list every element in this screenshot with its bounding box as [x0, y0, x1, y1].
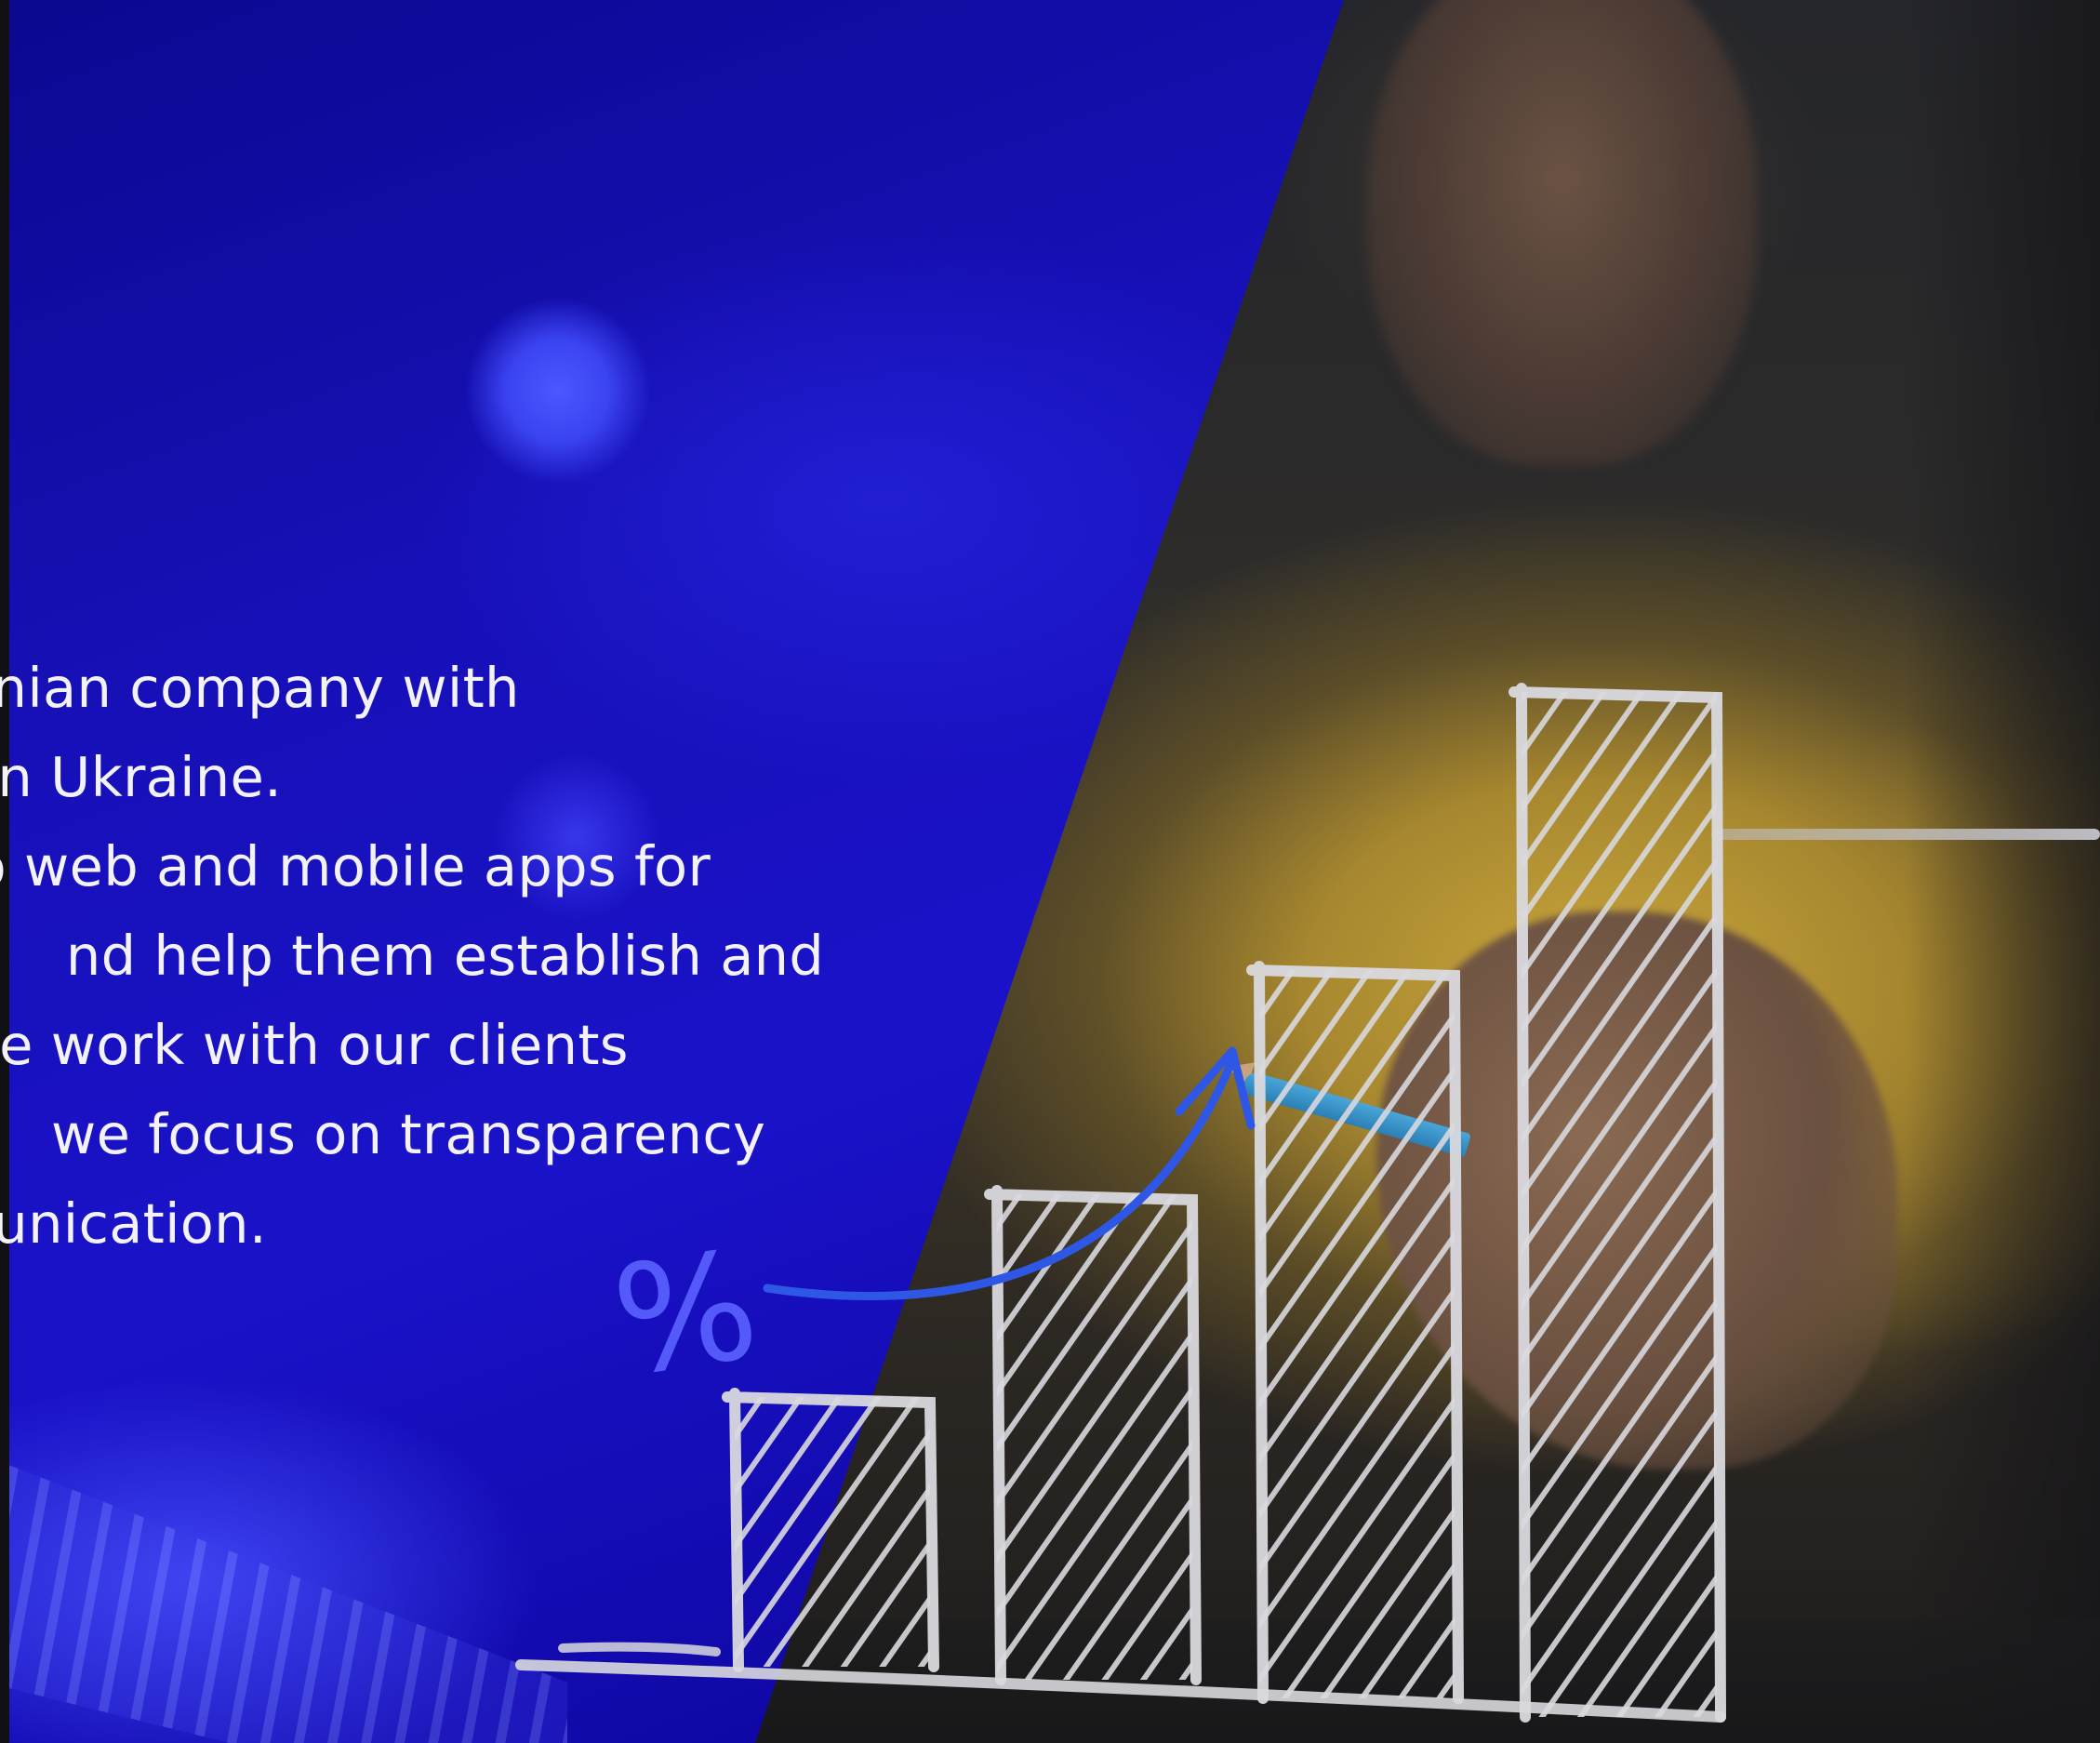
chart-bar-3-hatch: [1259, 970, 1455, 1698]
intro-line-7: commnunication.: [0, 1191, 267, 1256]
intro-line-6: remotely we focus on transparency: [33, 1102, 766, 1166]
intro-line-4: startups and help them establish and: [65, 924, 825, 988]
intro-line-5: Since we work with our clients: [0, 1013, 629, 1077]
company-intro-paragraph: an Estonian company with center in Ukrai…: [0, 644, 825, 1269]
baseline-stroke-2: [558, 1642, 721, 1657]
intro-line-3: develop web and mobile apps for: [0, 834, 711, 898]
chart-bar-4-hatch: [1522, 692, 1717, 1717]
intro-line-2: center in Ukraine.: [0, 745, 283, 809]
chart-bar-1-hatch: [735, 1397, 930, 1667]
intro-line-1: an Estonian company with: [0, 656, 520, 720]
hero-banner: % an Estonian company with center in Ukr…: [0, 0, 2100, 1743]
